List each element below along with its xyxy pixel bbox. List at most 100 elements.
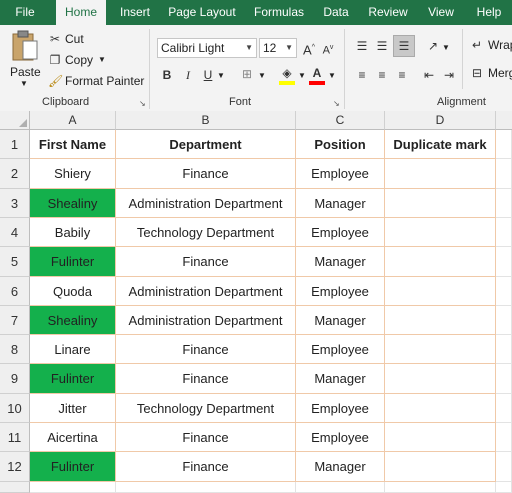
table-cell[interactable]: Finance xyxy=(116,159,296,189)
table-cell[interactable]: Jitter xyxy=(30,394,116,423)
align-bottom-button[interactable]: ☰ xyxy=(393,35,415,57)
table-cell[interactable] xyxy=(496,277,512,306)
italic-button[interactable]: I xyxy=(181,67,195,83)
table-cell[interactable] xyxy=(385,218,496,247)
column-header-d[interactable]: D xyxy=(385,111,496,130)
table-cell[interactable]: Fulinter xyxy=(30,247,116,277)
row-header[interactable]: 5 xyxy=(0,247,30,277)
borders-icon[interactable]: ⊞ xyxy=(239,66,255,82)
align-middle-icon[interactable]: ☰ xyxy=(374,38,390,54)
table-cell[interactable] xyxy=(496,394,512,423)
table-cell[interactable] xyxy=(385,335,496,364)
row-header[interactable]: 12 xyxy=(0,452,30,482)
table-cell[interactable] xyxy=(496,130,512,159)
table-cell[interactable]: Manager xyxy=(296,364,385,394)
font-launcher-icon[interactable]: ↘ xyxy=(333,99,340,108)
table-cell[interactable] xyxy=(385,277,496,306)
fill-color-button[interactable]: ◈ xyxy=(279,65,297,85)
table-cell[interactable]: Fulinter xyxy=(30,452,116,482)
tab-formulas[interactable]: Formulas xyxy=(248,0,310,25)
row-header[interactable]: 7 xyxy=(0,306,30,335)
tab-view[interactable]: View xyxy=(422,0,460,25)
table-cell[interactable]: Employee xyxy=(296,394,385,423)
table-cell[interactable]: Employee xyxy=(296,277,385,306)
table-cell[interactable] xyxy=(385,159,496,189)
table-cell[interactable]: Shiery xyxy=(30,159,116,189)
column-header-a[interactable]: A xyxy=(30,111,116,130)
table-cell[interactable]: Finance xyxy=(116,423,296,452)
tab-help[interactable]: Help xyxy=(470,0,508,25)
table-cell[interactable] xyxy=(496,218,512,247)
borders-dropdown-icon[interactable]: ▼ xyxy=(258,71,266,80)
table-cell[interactable] xyxy=(385,423,496,452)
row-header[interactable]: 9 xyxy=(0,364,30,394)
select-all-corner[interactable] xyxy=(0,111,30,130)
column-title-cell[interactable]: First Name xyxy=(30,130,116,159)
column-header-b[interactable]: B xyxy=(116,111,296,130)
font-size-dropdown[interactable]: 12 ▼ xyxy=(259,38,297,58)
table-cell[interactable]: Finance xyxy=(116,452,296,482)
underline-button[interactable]: U xyxy=(201,67,215,83)
table-cell[interactable]: Finance xyxy=(116,364,296,394)
row-header[interactable]: 6 xyxy=(0,277,30,306)
table-cell[interactable]: Manager xyxy=(296,452,385,482)
orientation-dropdown-icon[interactable]: ▼ xyxy=(442,43,450,52)
tab-data[interactable]: Data xyxy=(318,0,354,25)
table-cell[interactable] xyxy=(385,394,496,423)
paste-button[interactable]: Paste ▼ xyxy=(6,29,42,89)
table-cell[interactable] xyxy=(496,306,512,335)
table-cell[interactable] xyxy=(385,306,496,335)
tab-review[interactable]: Review xyxy=(362,0,414,25)
row-header[interactable] xyxy=(0,482,30,493)
row-header[interactable]: 3 xyxy=(0,189,30,218)
table-cell[interactable]: Administration Department xyxy=(116,306,296,335)
table-cell[interactable]: Linare xyxy=(30,335,116,364)
paste-dropdown-icon[interactable]: ▼ xyxy=(20,79,28,88)
format-painter-button[interactable]: 🖌 Format Painter xyxy=(48,73,144,91)
table-cell[interactable] xyxy=(296,482,385,493)
table-cell[interactable] xyxy=(496,482,512,493)
table-cell[interactable]: Aicertina xyxy=(30,423,116,452)
font-color-dropdown-icon[interactable]: ▼ xyxy=(328,71,336,80)
table-cell[interactable] xyxy=(30,482,116,493)
table-cell[interactable]: Shealiny xyxy=(30,306,116,335)
tab-home[interactable]: Home xyxy=(56,0,106,25)
copy-button[interactable]: ❐ Copy ▼ xyxy=(48,52,114,70)
row-header[interactable]: 1 xyxy=(0,130,30,159)
row-header[interactable]: 4 xyxy=(0,218,30,247)
row-header[interactable]: 2 xyxy=(0,159,30,189)
table-cell[interactable]: Finance xyxy=(116,335,296,364)
decrease-indent-icon[interactable]: ⇤ xyxy=(421,67,437,83)
copy-dropdown-icon[interactable]: ▼ xyxy=(98,55,106,64)
column-title-cell[interactable]: Duplicate mark xyxy=(385,130,496,159)
tab-insert[interactable]: Insert xyxy=(112,0,158,25)
table-cell[interactable]: Administration Department xyxy=(116,277,296,306)
align-center-icon[interactable]: ≡ xyxy=(374,67,390,83)
font-name-dropdown[interactable]: Calibri Light ▼ xyxy=(157,38,257,58)
table-cell[interactable]: Administration Department xyxy=(116,189,296,218)
fill-dropdown-icon[interactable]: ▼ xyxy=(298,71,306,80)
table-cell[interactable] xyxy=(496,159,512,189)
underline-dropdown-icon[interactable]: ▼ xyxy=(217,71,225,80)
table-cell[interactable]: Babily xyxy=(30,218,116,247)
table-cell[interactable]: Technology Department xyxy=(116,394,296,423)
table-cell[interactable] xyxy=(496,452,512,482)
merge-center-button[interactable]: ⊟ Merg xyxy=(470,65,512,83)
align-left-icon[interactable]: ≡ xyxy=(354,67,370,83)
table-cell[interactable] xyxy=(496,335,512,364)
table-cell[interactable] xyxy=(385,482,496,493)
align-right-icon[interactable]: ≡ xyxy=(394,67,410,83)
table-cell[interactable] xyxy=(496,364,512,394)
font-color-button[interactable]: A xyxy=(309,65,327,85)
column-title-cell[interactable]: Position xyxy=(296,130,385,159)
table-cell[interactable]: Employee xyxy=(296,423,385,452)
row-header[interactable]: 8 xyxy=(0,335,30,364)
bold-button[interactable]: B xyxy=(160,67,174,83)
table-cell[interactable] xyxy=(496,423,512,452)
table-cell[interactable]: Manager xyxy=(296,306,385,335)
row-header[interactable]: 10 xyxy=(0,394,30,423)
table-cell[interactable]: Manager xyxy=(296,189,385,218)
column-title-cell[interactable]: Department xyxy=(116,130,296,159)
table-cell[interactable]: Fulinter xyxy=(30,364,116,394)
table-cell[interactable] xyxy=(385,452,496,482)
